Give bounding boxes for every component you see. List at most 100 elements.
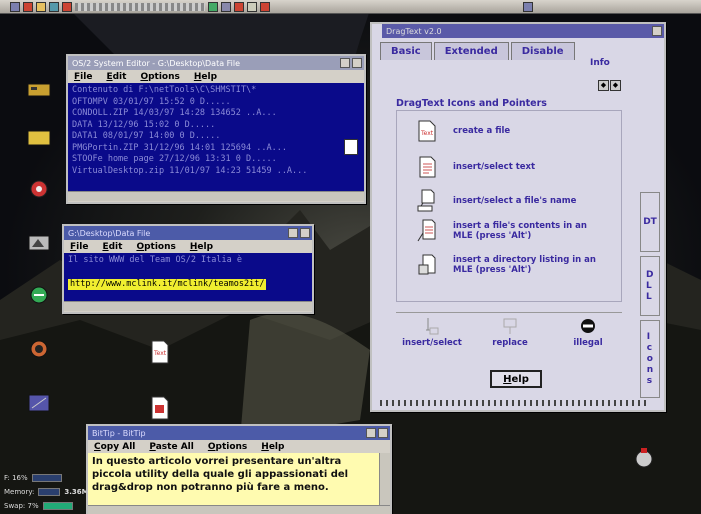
list-item: Text create a file — [415, 119, 603, 143]
drive-icon[interactable] — [36, 1, 46, 12]
menu-edit[interactable]: Edit — [106, 72, 126, 82]
horizontal-scrollbar[interactable] — [68, 191, 364, 201]
editor-line: DATA1 08/01/97 14:00 0 D..... — [72, 131, 221, 141]
item-label: insert a file's contents in an MLE (pres… — [453, 221, 587, 241]
swap-bar — [42, 502, 73, 510]
pointer-label: insert/select — [402, 338, 462, 348]
monitor-icon[interactable] — [208, 1, 218, 12]
pointer-label: replace — [492, 338, 528, 348]
menu-help[interactable]: Help — [190, 242, 213, 252]
bittip-body: In questo articolo vorrei presentare un'… — [88, 453, 390, 505]
maximize-button[interactable] — [300, 228, 310, 238]
editor-line: STOOFe home page 27/12/96 13:31 0 D..... — [72, 154, 277, 164]
help-button[interactable]: Help — [490, 370, 542, 388]
editor-line: Contenuto di F:\netTools\C\SHMSTIT\* — [72, 85, 257, 95]
svg-text:Text: Text — [153, 350, 167, 357]
directory-listing-icon — [418, 254, 436, 275]
tab-basic[interactable]: Basic — [380, 42, 432, 60]
menu-copy-all[interactable]: Copy All — [94, 442, 135, 452]
prev-page-icon[interactable]: ◆ — [598, 80, 609, 91]
desktop: Text F: 16% Memory: 3.36M Swap: 7% OS/2 S… — [0, 0, 701, 514]
swap-label: Swap: 7% — [4, 502, 39, 510]
vertical-scrollbar[interactable] — [379, 453, 390, 505]
side-tab-icons[interactable]: Icons — [640, 320, 660, 398]
menu-paste-all[interactable]: Paste All — [149, 442, 193, 452]
clock-icon[interactable] — [247, 1, 257, 12]
create-file-icon: Text — [418, 120, 436, 142]
system-editor-text[interactable]: Contenuto di F:\netTools\C\SHMSTIT\* OFT… — [68, 83, 364, 191]
tab-extended[interactable]: Extended — [433, 42, 509, 60]
maximize-button[interactable] — [352, 58, 362, 68]
recycle-icon[interactable] — [633, 446, 655, 468]
tab-info[interactable]: Info — [590, 58, 610, 68]
data-file-line: Il sito WWW del Team OS/2 Italia è — [68, 255, 242, 265]
data-file-title: G:\Desktop\Data File — [68, 228, 151, 238]
item-label: create a file — [453, 126, 511, 136]
list-item: insert a file's contents in an MLE (pres… — [415, 219, 603, 243]
side-tab-dll[interactable]: DLL — [640, 256, 660, 316]
memory-bar — [38, 488, 61, 496]
data-file-icon[interactable] — [150, 396, 170, 420]
cpu-meter — [75, 2, 205, 11]
dragtext-window: DragText v2.0 Basic Extended Disable Inf… — [370, 22, 666, 412]
menu-options[interactable]: Options — [208, 442, 247, 452]
folder-yellow-icon[interactable] — [26, 126, 52, 148]
drive-a-icon[interactable] — [26, 78, 52, 100]
dragtext-tabs: Basic Extended Disable — [372, 38, 664, 60]
svg-text:Text: Text — [420, 130, 434, 137]
system-setup-icon[interactable] — [26, 232, 52, 254]
shredder-icon[interactable] — [62, 1, 72, 12]
window-list-icon[interactable] — [49, 1, 59, 12]
tray-icon[interactable] — [523, 1, 533, 12]
data-file-window: G:\Desktop\Data File File Edit Options H… — [62, 224, 314, 314]
data-file-text[interactable]: Il sito WWW del Team OS/2 Italia è http:… — [64, 253, 312, 301]
next-page-icon[interactable]: ◆ — [610, 80, 621, 91]
menu-help[interactable]: Help — [261, 442, 284, 452]
menu-options[interactable]: Options — [136, 242, 175, 252]
menu-file[interactable]: File — [70, 242, 88, 252]
minimize-button[interactable] — [288, 228, 298, 238]
replace-pointer-icon — [503, 318, 517, 334]
system-editor-title: OS/2 System Editor - G:\Desktop\Data Fil… — [72, 58, 241, 68]
network-icon[interactable] — [26, 392, 52, 414]
minimize-button[interactable] — [366, 428, 376, 438]
bittip-window: BitTip - BitTip Copy All Paste All Optio… — [86, 424, 392, 514]
horizontal-scrollbar[interactable] — [88, 505, 390, 514]
list-item: insert/select a file's name — [415, 189, 603, 213]
pointer-illegal: illegal — [548, 314, 628, 348]
insert-contents-icon — [417, 219, 436, 242]
minimize-button[interactable] — [340, 58, 350, 68]
bittip-text[interactable]: In questo articolo vorrei presentare un'… — [88, 453, 379, 505]
horizontal-scrollbar[interactable] — [64, 301, 312, 311]
dragtext-titlebar[interactable]: DragText v2.0 — [382, 24, 664, 38]
editor-line: VirtualDesktop.zip 11/01/97 14:23 51459 … — [72, 165, 308, 176]
launchpad-icon[interactable] — [10, 1, 20, 12]
printer-icon[interactable] — [221, 1, 231, 12]
data-file-titlebar[interactable]: G:\Desktop\Data File — [64, 226, 312, 240]
menu-edit[interactable]: Edit — [102, 242, 122, 252]
side-tab-dt[interactable]: DT — [640, 192, 660, 252]
list-item: insert a directory listing in an MLE (pr… — [415, 253, 603, 277]
folder-icon[interactable] — [23, 1, 33, 12]
menu-file[interactable]: File — [74, 72, 92, 82]
menu-help[interactable]: Help — [194, 72, 217, 82]
bittip-titlebar[interactable]: BitTip - BitTip — [88, 426, 390, 440]
tab-disable[interactable]: Disable — [510, 42, 575, 60]
selected-url[interactable]: http://www.mclink.it/mclink/teamos2it/ — [68, 278, 267, 290]
pointer-label: illegal — [573, 338, 603, 348]
menu-options[interactable]: Options — [140, 72, 179, 82]
system-editor-titlebar[interactable]: OS/2 System Editor - G:\Desktop\Data Fil… — [68, 56, 364, 70]
bittip-title: BitTip - BitTip — [92, 428, 146, 438]
help-icon[interactable] — [234, 1, 244, 12]
maximize-button[interactable] — [378, 428, 388, 438]
shredder-desktop-icon[interactable] — [26, 338, 52, 360]
cpu-label: F: 16% — [4, 474, 28, 482]
cpu-bar — [31, 474, 62, 482]
mail-icon[interactable] — [260, 1, 270, 12]
text-file-icon[interactable]: Text — [150, 340, 170, 364]
close-button[interactable] — [652, 26, 662, 36]
tools-icon[interactable] — [26, 178, 52, 200]
pointer-replace: replace — [470, 314, 550, 348]
games-icon[interactable] — [26, 284, 52, 306]
editor-line: CONDOLL.ZIP 14/03/97 14:28 134652 ..A... — [72, 108, 277, 118]
